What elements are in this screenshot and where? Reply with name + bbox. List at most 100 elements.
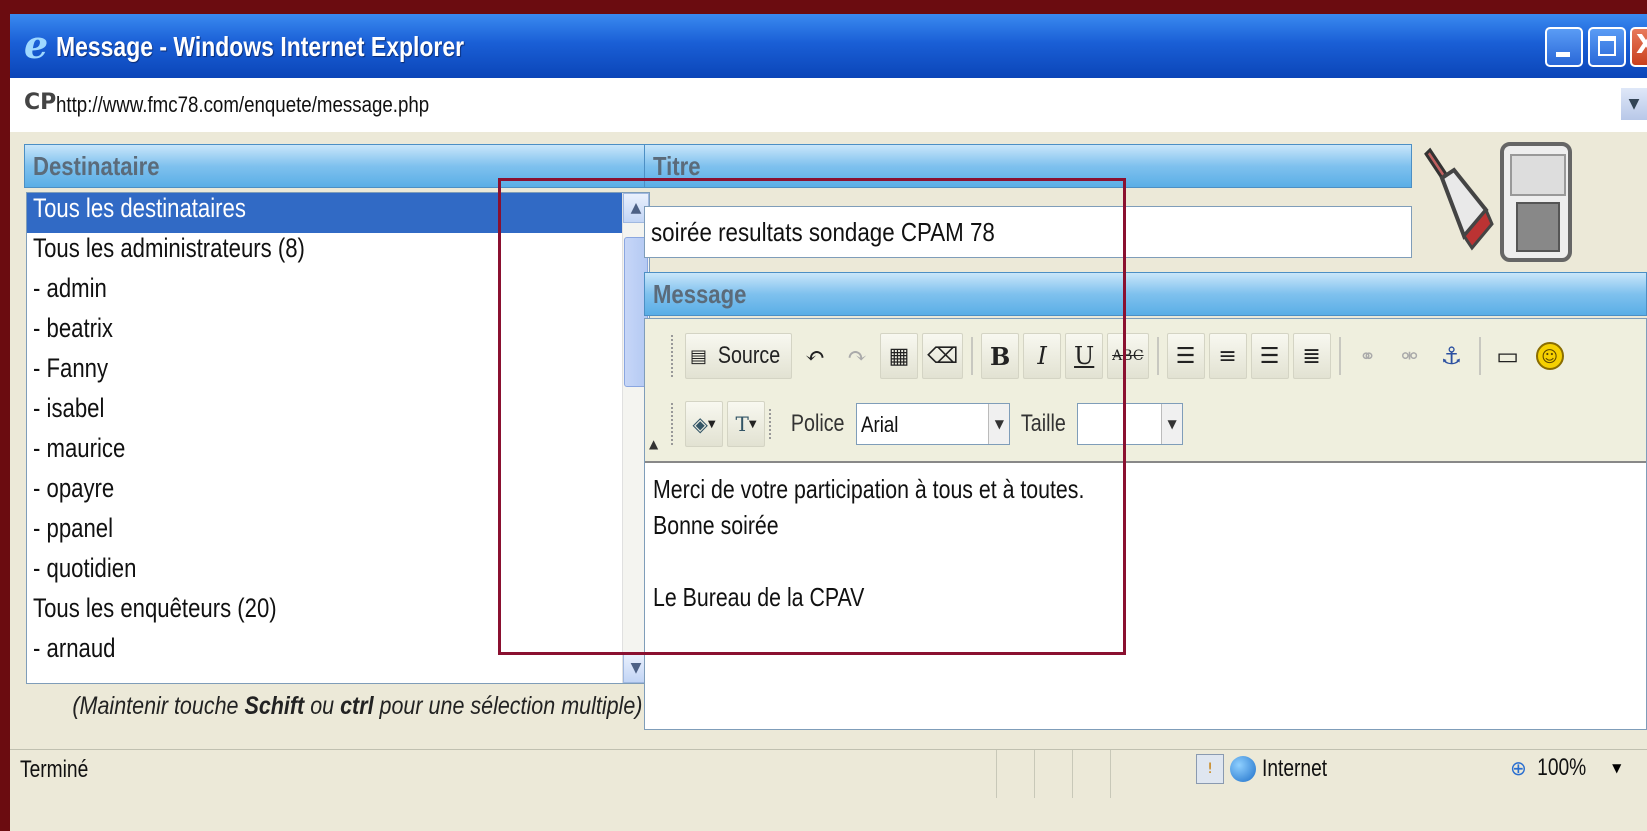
dropdown-arrow-icon: ▼ xyxy=(707,418,716,430)
hint-key-shift: Schift xyxy=(244,692,305,720)
paint-bucket-icon: ◈ xyxy=(692,412,708,436)
recipient-option[interactable]: Tous les enquêteurs (20) xyxy=(27,593,649,633)
link-icon: ⚭ xyxy=(1359,344,1376,368)
link-button[interactable]: ⚭ xyxy=(1349,333,1387,379)
floppy-label-area xyxy=(1510,154,1566,196)
unlink-button[interactable]: ⚮ xyxy=(1391,333,1429,379)
recipient-option[interactable]: - isabel xyxy=(27,393,649,433)
recipient-option-label: - quotidien xyxy=(33,553,137,583)
message-header: Message xyxy=(644,272,1647,316)
justify-button[interactable]: ≣ xyxy=(1292,333,1331,379)
toolbar-separator xyxy=(1478,337,1481,375)
recipient-option-label: - arnaud xyxy=(33,633,116,663)
title-bar[interactable]: e Message - Windows Internet Explorer X xyxy=(10,14,1647,78)
minimize-button[interactable] xyxy=(1545,27,1583,67)
protected-mode-icon: ! xyxy=(1196,754,1224,784)
recipient-option-label: - maurice xyxy=(33,433,126,463)
size-label: Taille xyxy=(1021,410,1067,437)
font-select[interactable]: Arial ▼ xyxy=(856,403,1011,445)
recipient-option-label: - ppanel xyxy=(33,513,114,543)
text-color-button[interactable]: T ▼ xyxy=(727,401,765,447)
align-center-button[interactable]: ≡ xyxy=(1208,333,1247,379)
close-icon: X xyxy=(1636,30,1647,60)
size-select[interactable]: ▼ xyxy=(1077,403,1184,445)
browser-window: e Message - Windows Internet Explorer X … xyxy=(10,14,1647,831)
bg-color-button[interactable]: ◈ ▼ xyxy=(685,401,723,447)
brush-icon xyxy=(1424,147,1494,251)
page-content: Destinataire Tous les destinataires Tous … xyxy=(10,132,1647,749)
title-input[interactable]: soirée resultats sondage CPAM 78 xyxy=(644,206,1412,258)
align-left-button[interactable]: ☰ xyxy=(1166,333,1205,379)
toolbar-grip[interactable] xyxy=(671,403,677,445)
remove-format-button[interactable]: ⌫ xyxy=(922,333,964,379)
maximize-button[interactable] xyxy=(1588,27,1626,67)
font-select-value: Arial xyxy=(861,412,899,437)
font-label: Police xyxy=(790,410,845,437)
align-right-icon: ☰ xyxy=(1259,343,1280,369)
underline-button[interactable]: U xyxy=(1065,333,1104,379)
italic-button[interactable]: I xyxy=(1023,333,1062,379)
source-icon: ▤ xyxy=(690,345,708,367)
recipient-option[interactable]: - Fanny xyxy=(27,353,649,393)
recipient-option-label: - admin xyxy=(33,273,107,303)
hint-text-mid: ou xyxy=(304,692,341,720)
recipient-option[interactable]: - admin xyxy=(27,273,649,313)
toolbar-separator xyxy=(1156,337,1159,375)
align-right-button[interactable]: ☰ xyxy=(1250,333,1289,379)
title-header-label: Titre xyxy=(653,151,701,181)
status-cell xyxy=(1072,750,1110,798)
message-body-line: Bonne soirée xyxy=(653,510,779,540)
recipients-listbox[interactable]: Tous les destinataires Tous les administr… xyxy=(26,192,650,684)
source-button[interactable]: ▤ Source xyxy=(685,333,793,379)
hint-key-ctrl: ctrl xyxy=(340,692,374,720)
collapse-toolbar-icon[interactable]: ▲ xyxy=(649,437,658,451)
address-dropdown-button[interactable]: ▼ xyxy=(1621,88,1647,120)
redo-button[interactable]: ↷ xyxy=(838,333,876,379)
window-title: Message - Windows Internet Explorer xyxy=(56,31,465,62)
dropdown-arrow-icon: ▼ xyxy=(748,418,757,430)
undo-icon: ↶ xyxy=(805,342,826,370)
anchor-button[interactable]: ⚓ xyxy=(1433,333,1471,379)
recipient-option[interactable]: Tous les destinataires xyxy=(27,193,649,233)
save-button[interactable] xyxy=(1500,142,1572,262)
security-zone[interactable]: ! Internet xyxy=(1196,754,1343,784)
message-editor[interactable]: ▤ Source ↶ ↷ ▦ ⌫ B I U ABC ☰ ≡ ☰ ≣ ⚭ ⚮ ⚓… xyxy=(644,318,1647,730)
bold-button[interactable]: B xyxy=(981,333,1020,379)
message-body-line xyxy=(653,543,1084,579)
recipient-option[interactable]: - ppanel xyxy=(27,513,649,553)
title-header: Titre xyxy=(644,144,1412,188)
recipient-option[interactable]: - maurice xyxy=(27,433,649,473)
select-all-button[interactable]: ▦ xyxy=(880,333,919,379)
zoom-control[interactable]: ⊕ 100% ▼ xyxy=(1510,754,1621,782)
message-header-label: Message xyxy=(653,279,747,309)
chevron-down-icon[interactable]: ▼ xyxy=(1612,761,1621,775)
toolbar-grip[interactable] xyxy=(671,335,677,377)
floppy-save-icon xyxy=(1516,202,1560,252)
recipient-option[interactable]: Tous les administrateurs (8) xyxy=(27,233,649,273)
recipient-option[interactable]: - quotidien xyxy=(27,553,649,593)
table-button[interactable]: ▭ xyxy=(1489,333,1527,379)
clear-brush-button[interactable] xyxy=(1416,144,1496,256)
close-button[interactable]: X xyxy=(1630,27,1647,67)
justify-icon: ≣ xyxy=(1302,343,1321,369)
smiley-button[interactable]: ☺ xyxy=(1531,333,1569,379)
address-bar[interactable]: CP http://www.fmc78.com/enquete/message.… xyxy=(10,78,1647,134)
undo-button[interactable]: ↶ xyxy=(796,333,834,379)
status-bar: Terminé ! Internet ⊕ 100% ▼ xyxy=(10,749,1647,831)
internet-globe-icon xyxy=(1230,756,1256,782)
recipient-option-label: Tous les destinataires xyxy=(33,193,246,223)
message-body[interactable]: Merci de votre participation à tous et à… xyxy=(653,471,1179,615)
status-cell xyxy=(1110,750,1148,798)
recipient-option[interactable]: - beatrix xyxy=(27,313,649,353)
redo-icon: ↷ xyxy=(847,342,868,370)
recipient-option[interactable]: - arnaud xyxy=(27,633,649,673)
chevron-down-icon: ▼ xyxy=(988,404,1010,444)
status-cell xyxy=(996,750,1034,798)
address-url[interactable]: http://www.fmc78.com/enquete/message.php xyxy=(56,92,429,118)
multi-select-hint: (Maintenir touche Schift ou ctrl pour un… xyxy=(26,692,648,721)
recipient-option[interactable]: - opayre xyxy=(27,473,649,513)
select-all-icon: ▦ xyxy=(888,343,910,369)
recipients-header: Destinataire xyxy=(24,144,650,188)
source-label: Source xyxy=(717,342,781,369)
strikethrough-button[interactable]: ABC xyxy=(1107,333,1149,379)
